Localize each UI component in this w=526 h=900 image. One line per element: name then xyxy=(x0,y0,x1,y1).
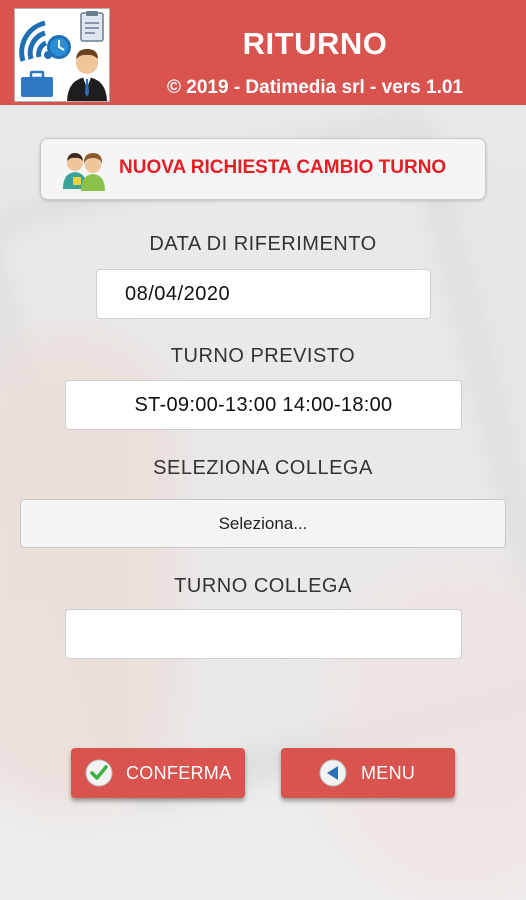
two-people-icon xyxy=(61,147,107,193)
reference-date-field[interactable]: 08/04/2020 xyxy=(96,269,431,319)
colleague-shift-label: TURNO COLLEGA xyxy=(174,575,352,597)
colleague-shift-field[interactable] xyxy=(65,609,462,659)
planned-shift-label: TURNO PREVISTO xyxy=(170,345,356,367)
app-header: RITURNO © 2019 - Datimedia srl - vers 1.… xyxy=(0,0,526,105)
new-request-label: NUOVA RICHIESTA CAMBIO TURNO xyxy=(119,157,447,178)
new-shift-change-request-button[interactable]: NUOVA RICHIESTA CAMBIO TURNO xyxy=(40,138,486,200)
menu-button[interactable]: MENU xyxy=(281,748,455,798)
back-arrow-icon xyxy=(319,759,347,787)
colleague-select-value: Seleziona... xyxy=(218,513,308,533)
planned-shift-field[interactable]: ST-09:00-13:00 14:00-18:00 xyxy=(65,380,462,430)
menu-label: MENU xyxy=(361,763,416,783)
confirm-label: CONFERMA xyxy=(126,763,232,783)
confirm-button[interactable]: CONFERMA xyxy=(71,748,245,798)
select-colleague-label: SELEZIONA COLLEGA xyxy=(153,457,373,479)
app-copyright: © 2019 - Datimedia srl - vers 1.01 xyxy=(167,77,463,98)
app-title: RITURNO xyxy=(242,26,388,61)
app-logo-icon xyxy=(14,8,110,102)
reference-date-label: DATA DI RIFERIMENTO xyxy=(149,233,377,255)
reference-date-value: 08/04/2020 xyxy=(125,282,231,305)
planned-shift-value: ST-09:00-13:00 14:00-18:00 xyxy=(134,393,393,416)
check-circle-icon xyxy=(85,759,113,787)
colleague-select[interactable]: Seleziona... xyxy=(20,499,506,548)
